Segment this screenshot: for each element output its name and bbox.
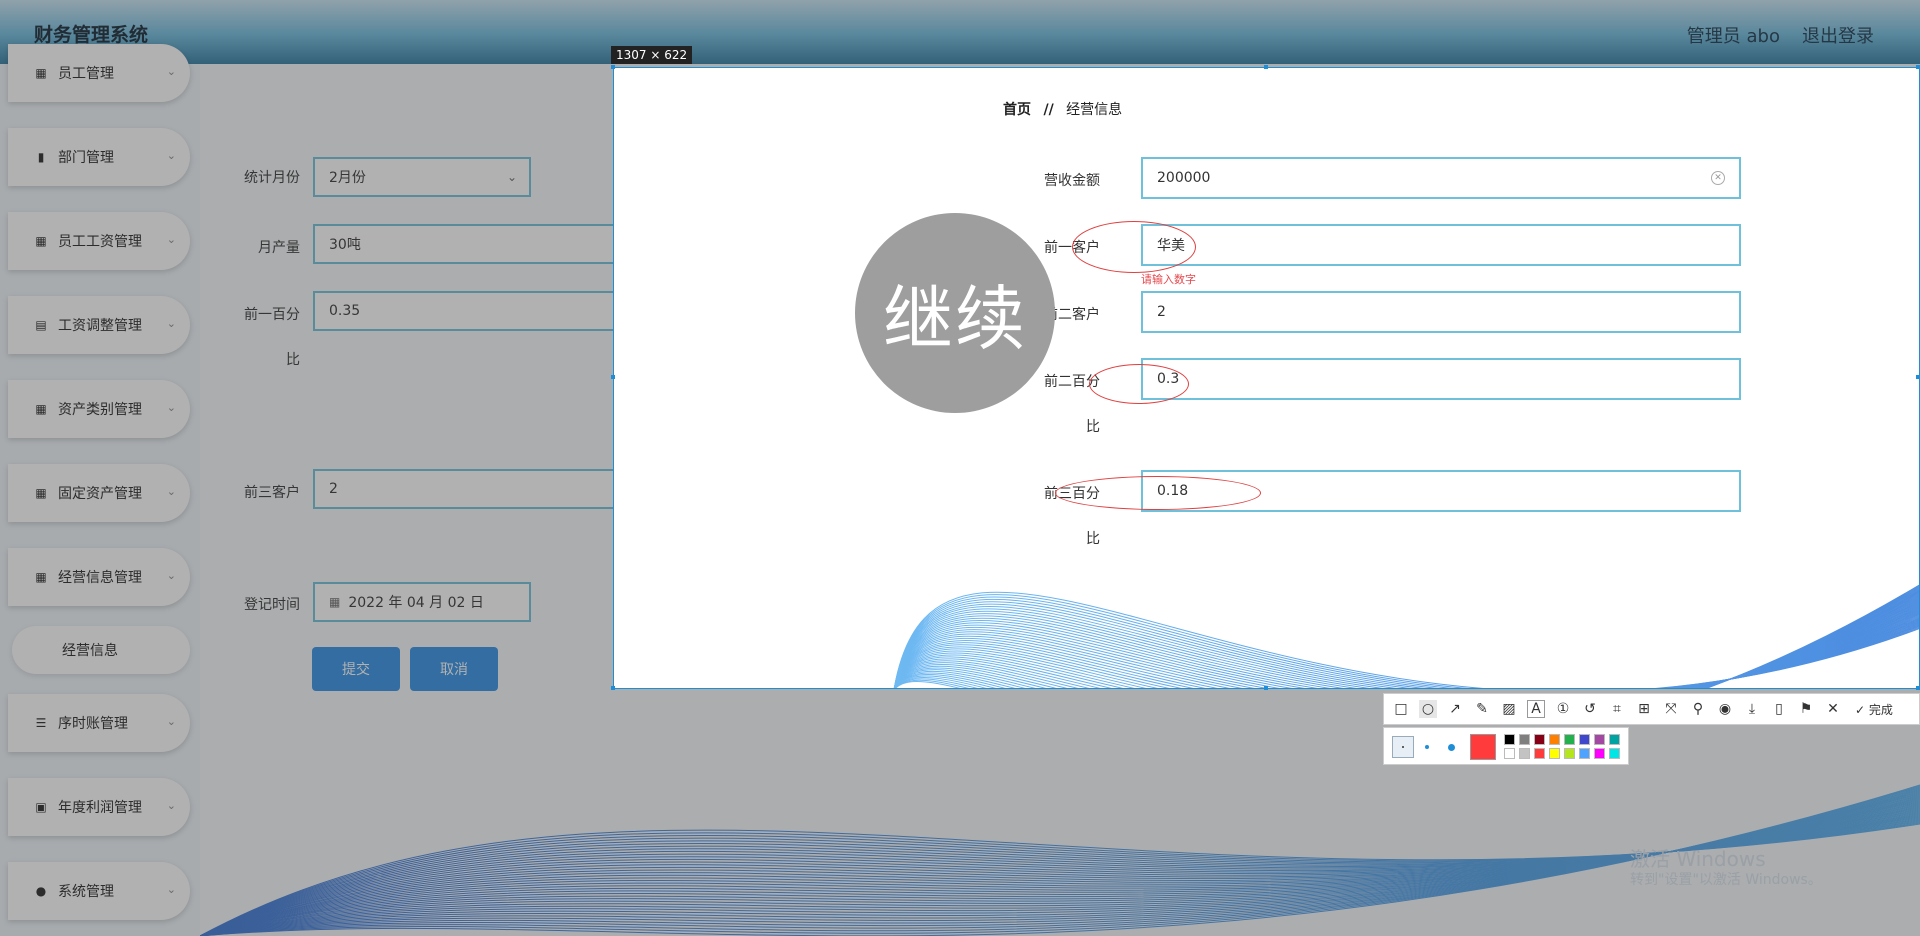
revenue-input-value: 200000 — [1157, 170, 1211, 186]
color-swatch[interactable] — [1519, 748, 1530, 759]
color-swatch[interactable] — [1609, 748, 1620, 759]
color-swatch[interactable] — [1504, 734, 1515, 745]
bookmark-icon[interactable]: ⚑ — [1797, 700, 1815, 718]
size-large-option[interactable] — [1440, 736, 1462, 758]
color-swatch[interactable] — [1519, 734, 1530, 745]
color-swatch[interactable] — [1549, 748, 1560, 759]
resize-handle[interactable] — [611, 375, 615, 379]
translate-icon[interactable]: ⊞ — [1635, 700, 1653, 718]
screenshot-selection[interactable]: 首页 // 经营信息 营收金额 200000 ✕ 前一客户 华美 请输入数字 前… — [613, 67, 1920, 689]
breadcrumb-home[interactable]: 首页 — [1003, 102, 1031, 118]
annotation-ellipse[interactable] — [1055, 476, 1261, 510]
ellipse-icon[interactable]: ○ — [1419, 700, 1437, 718]
download-icon[interactable]: ⤓ — [1743, 700, 1761, 718]
arrow-icon[interactable]: ↗ — [1446, 700, 1464, 718]
check-icon: ✓ — [1855, 702, 1866, 717]
rectangle-icon[interactable]: □ — [1392, 700, 1410, 718]
record-icon[interactable]: ◉ — [1716, 700, 1734, 718]
selection-size-label: 1307 × 622 — [611, 46, 693, 64]
scroll-capture-icon[interactable]: ⤧ — [1662, 700, 1680, 718]
resize-handle[interactable] — [1264, 65, 1268, 69]
screenshot-toolbar: □ ○ ↗ ✎ ▨ A ① ↺ ⌗ ⊞ ⤧ ⚲ ◉ ⤓ ▯ ⚑ ✕ ✓ 完成 — [1383, 693, 1920, 725]
size-medium-option[interactable] — [1416, 736, 1438, 758]
client1-error: 请输入数字 — [1141, 273, 1196, 286]
done-button[interactable]: ✓ 完成 — [1855, 701, 1893, 718]
activate-windows-title: 激活 Windows — [1630, 847, 1766, 871]
client2-input[interactable]: 2 — [1141, 291, 1741, 333]
mosaic-icon[interactable]: ▨ — [1500, 700, 1518, 718]
breadcrumb: 首页 // 经营信息 — [1003, 99, 1122, 119]
resize-handle[interactable] — [1916, 375, 1920, 379]
resize-handle[interactable] — [1916, 686, 1920, 690]
close-icon[interactable]: ✕ — [1824, 700, 1842, 718]
color-swatch[interactable] — [1534, 734, 1545, 745]
text-icon[interactable]: A — [1527, 700, 1545, 718]
ocr-icon[interactable]: ⌗ — [1608, 700, 1626, 718]
continue-button[interactable]: 继续 — [855, 213, 1055, 413]
pin-icon[interactable]: ⚲ — [1689, 700, 1707, 718]
color-swatch[interactable] — [1579, 734, 1590, 745]
current-color[interactable] — [1470, 734, 1496, 760]
color-swatch[interactable] — [1504, 748, 1515, 759]
pen-icon[interactable]: ✎ — [1473, 700, 1491, 718]
annotation-ellipse[interactable] — [1072, 221, 1196, 273]
pct2-input[interactable]: 0.3 — [1141, 358, 1741, 400]
resize-handle[interactable] — [611, 65, 615, 69]
resize-handle[interactable] — [611, 686, 615, 690]
client1-input[interactable]: 华美 — [1141, 224, 1741, 266]
color-swatch[interactable] — [1534, 748, 1545, 759]
color-palette — [1383, 727, 1629, 765]
size-small-option[interactable] — [1392, 736, 1414, 758]
color-swatch[interactable] — [1549, 734, 1560, 745]
breadcrumb-separator: // — [1043, 102, 1054, 118]
resize-handle[interactable] — [1264, 686, 1268, 690]
color-swatch[interactable] — [1594, 734, 1605, 745]
number-icon[interactable]: ① — [1554, 700, 1572, 718]
done-label: 完成 — [1868, 702, 1893, 717]
clear-icon[interactable]: ✕ — [1711, 171, 1725, 185]
undo-icon[interactable]: ↺ — [1581, 700, 1599, 718]
revenue-input[interactable]: 200000 ✕ — [1141, 157, 1741, 199]
color-swatch[interactable] — [1594, 748, 1605, 759]
pct3-label-suffix: 比 — [1086, 531, 1100, 547]
activate-windows-subtitle: 转到"设置"以激活 Windows。 — [1630, 872, 1822, 888]
revenue-label: 营收金额 — [1044, 173, 1100, 189]
resize-handle[interactable] — [1916, 65, 1920, 69]
color-swatch[interactable] — [1564, 748, 1575, 759]
color-swatch[interactable] — [1609, 734, 1620, 745]
client2-input-value: 2 — [1157, 304, 1166, 320]
annotation-ellipse[interactable] — [1089, 364, 1189, 404]
color-swatch[interactable] — [1564, 734, 1575, 745]
copy-icon[interactable]: ▯ — [1770, 700, 1788, 718]
color-swatch[interactable] — [1579, 748, 1590, 759]
breadcrumb-current: 经营信息 — [1066, 102, 1123, 118]
pct2-label-suffix: 比 — [1086, 419, 1100, 435]
